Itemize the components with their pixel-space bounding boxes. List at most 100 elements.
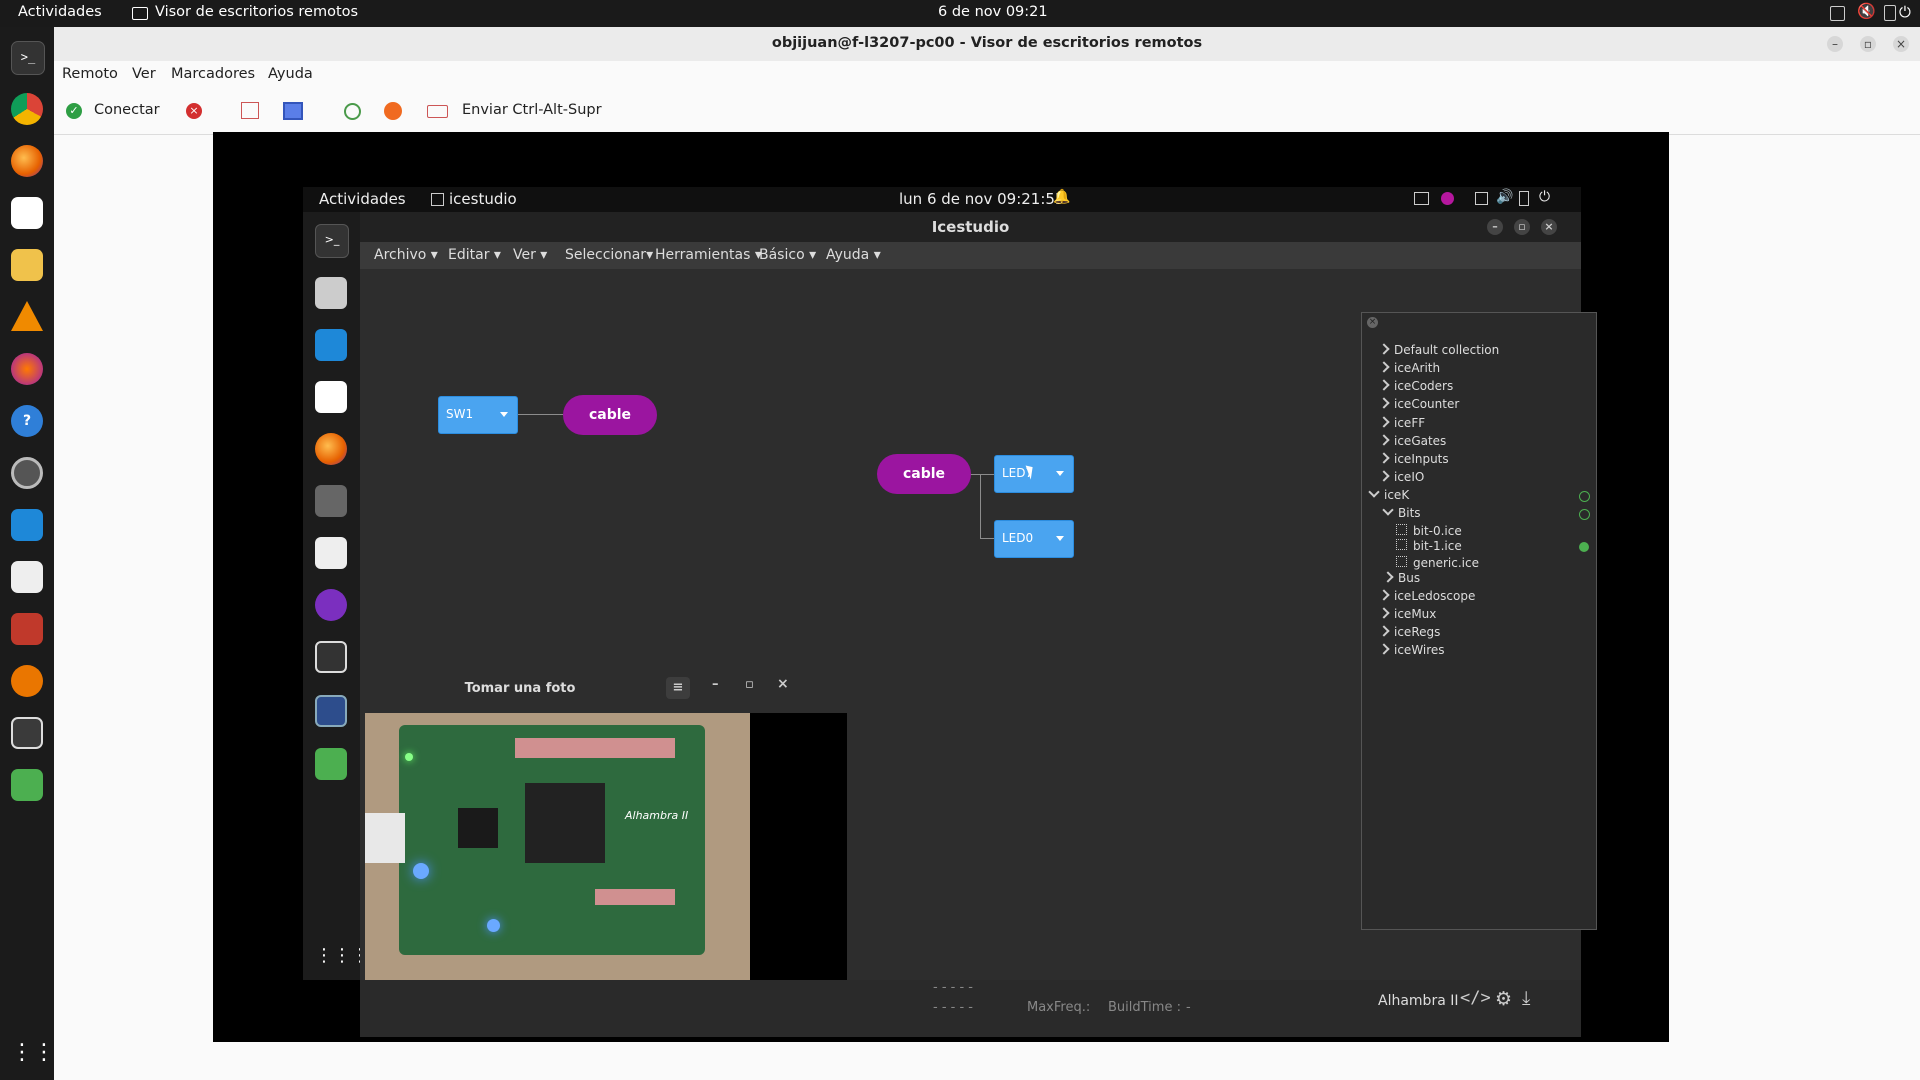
keyboard-icon[interactable] bbox=[427, 105, 448, 118]
spreadsheet-icon[interactable] bbox=[11, 249, 43, 281]
remote-volume-icon[interactable]: 🔊 bbox=[1496, 189, 1513, 205]
folder-bus[interactable]: Bus bbox=[1382, 571, 1420, 585]
icestudio-minimize-button[interactable]: – bbox=[1487, 219, 1503, 235]
battery-icon[interactable] bbox=[1884, 5, 1896, 21]
remote-app-menu[interactable]: icestudio bbox=[449, 190, 517, 208]
remote-files-icon[interactable] bbox=[315, 277, 347, 309]
remote-screen-icon[interactable] bbox=[1414, 192, 1429, 205]
collection-icearith[interactable]: iceArith bbox=[1378, 361, 1440, 375]
photo-window-titlebar[interactable]: Tomar una foto ≡ – ▫ × bbox=[360, 667, 847, 711]
power-icon[interactable]: ⏻ bbox=[1899, 3, 1911, 21]
firefox-icon[interactable] bbox=[11, 145, 43, 177]
remote-battery-icon[interactable] bbox=[1519, 191, 1529, 206]
connect-icon[interactable]: ✓ bbox=[66, 103, 82, 119]
collection-icek[interactable]: iceK bbox=[1368, 486, 1409, 502]
disconnect-icon[interactable]: × bbox=[186, 103, 202, 119]
wire-sw1-cable[interactable] bbox=[517, 414, 563, 415]
collections-close-icon[interactable]: × bbox=[1367, 317, 1378, 328]
photo-maximize-button[interactable]: ▫ bbox=[745, 677, 754, 692]
led0-dropdown-icon[interactable] bbox=[1056, 536, 1064, 541]
collection-icemux[interactable]: iceMux bbox=[1378, 607, 1436, 621]
remote-camera-icon[interactable] bbox=[315, 485, 347, 517]
maximize-button[interactable]: ▫ bbox=[1860, 36, 1876, 52]
window-titlebar[interactable]: objijuan@f-l3207-pc00 - Visor de escrito… bbox=[54, 27, 1920, 62]
settings-gear-icon[interactable]: ⚙ bbox=[1495, 988, 1512, 1010]
ice-menu-herramientas[interactable]: Herramientas ▾ bbox=[655, 247, 762, 263]
remote-vscode-icon[interactable] bbox=[315, 329, 347, 361]
remote-desktop-icon[interactable] bbox=[11, 717, 43, 749]
text-editor-icon[interactable] bbox=[11, 197, 43, 229]
show-apps-icon[interactable]: ⋮⋮⋮ bbox=[11, 1037, 77, 1069]
remote-clock[interactable]: lun 6 de nov 09:21:55 bbox=[899, 190, 1064, 208]
ice-menu-ayuda[interactable]: Ayuda ▾ bbox=[826, 247, 881, 263]
ice-menu-seleccionar[interactable]: Seleccionar▾ bbox=[565, 247, 653, 263]
menu-remoto[interactable]: Remoto bbox=[62, 66, 118, 82]
ice-menu-basico[interactable]: Básico ▾ bbox=[759, 247, 816, 263]
menu-ver[interactable]: Ver bbox=[132, 66, 156, 82]
input-pin-sw1[interactable]: SW1 bbox=[438, 396, 518, 434]
cable-block-right[interactable]: cable bbox=[877, 454, 971, 494]
remote-desktop-view[interactable]: Actividades icestudio lun 6 de nov 09:21… bbox=[213, 132, 1669, 1042]
chrome-icon[interactable] bbox=[11, 93, 43, 125]
collection-icecoders[interactable]: iceCoders bbox=[1378, 379, 1453, 393]
connect-button[interactable]: Conectar bbox=[94, 102, 160, 118]
led7-dropdown-icon[interactable] bbox=[1056, 471, 1064, 476]
file-bit-1[interactable]: bit-1.ice bbox=[1396, 539, 1462, 553]
collection-iceio[interactable]: iceIO bbox=[1378, 470, 1424, 484]
volume-muted-icon[interactable]: 🔇 bbox=[1857, 2, 1876, 20]
screenshot-icon[interactable] bbox=[344, 103, 361, 120]
collection-default[interactable]: Default collection bbox=[1378, 343, 1499, 357]
collection-iceff[interactable]: iceFF bbox=[1378, 416, 1425, 430]
blender-icon[interactable] bbox=[11, 665, 43, 697]
remote-firefox-icon[interactable] bbox=[315, 433, 347, 465]
collection-iceledoscope[interactable]: iceLedoscope bbox=[1378, 589, 1475, 603]
keyboard-grab-icon[interactable] bbox=[384, 102, 402, 120]
folder-bits[interactable]: Bits bbox=[1382, 504, 1421, 520]
settings-gear-icon[interactable] bbox=[11, 457, 43, 489]
vscode-icon[interactable] bbox=[11, 509, 43, 541]
remote-power-icon[interactable]: ⏻ bbox=[1539, 189, 1550, 205]
fullscreen-icon[interactable] bbox=[241, 102, 259, 119]
cable-block-left[interactable]: cable bbox=[563, 395, 657, 435]
network-icon[interactable] bbox=[1830, 6, 1845, 21]
collection-icecounter[interactable]: iceCounter bbox=[1378, 397, 1459, 411]
remote-trash-icon[interactable] bbox=[315, 748, 347, 780]
file-generic[interactable]: generic.ice bbox=[1396, 556, 1479, 570]
close-button[interactable]: × bbox=[1893, 36, 1909, 52]
output-pin-led0[interactable]: LED0 bbox=[994, 520, 1074, 558]
remote-terminal-icon[interactable]: >_ bbox=[315, 224, 349, 258]
board-selector[interactable]: Alhambra II bbox=[1378, 993, 1459, 1009]
document-viewer-icon[interactable] bbox=[11, 561, 43, 593]
app-menu[interactable]: Visor de escritorios remotos bbox=[155, 4, 358, 20]
remote-document-icon[interactable] bbox=[315, 537, 347, 569]
code-icon[interactable]: </> bbox=[1460, 988, 1491, 1008]
remote-screen-recorder-icon[interactable] bbox=[315, 589, 347, 621]
scale-view-icon[interactable] bbox=[283, 102, 303, 120]
icestudio-titlebar[interactable]: Icestudio – ▫ × bbox=[360, 212, 1581, 242]
photo-minimize-button[interactable]: – bbox=[712, 677, 719, 692]
remote-show-apps-icon[interactable]: ⋮⋮⋮ bbox=[315, 940, 369, 972]
collection-icewires[interactable]: iceWires bbox=[1378, 643, 1445, 657]
hamburger-menu-icon[interactable]: ≡ bbox=[666, 677, 690, 699]
files-icon[interactable] bbox=[11, 613, 43, 645]
activities-button[interactable]: Actividades bbox=[18, 4, 102, 20]
help-icon[interactable]: ? bbox=[11, 405, 43, 437]
terminal-icon[interactable]: >_ bbox=[11, 41, 45, 75]
remote-app-indicator-icon[interactable] bbox=[1441, 192, 1454, 205]
remote-desktop-viewer-icon[interactable] bbox=[315, 641, 347, 673]
remote-icestudio-icon[interactable] bbox=[315, 695, 347, 727]
icestudio-close-button[interactable]: × bbox=[1541, 219, 1557, 235]
remote-text-editor-icon[interactable] bbox=[315, 381, 347, 413]
clock[interactable]: 6 de nov 09:21 bbox=[938, 4, 1048, 20]
menu-ayuda[interactable]: Ayuda bbox=[268, 66, 313, 82]
ice-menu-archivo[interactable]: Archivo ▾ bbox=[374, 247, 438, 263]
upload-icon[interactable]: ⤓ bbox=[1522, 987, 1530, 1009]
menu-marcadores[interactable]: Marcadores bbox=[171, 66, 255, 82]
trash-icon[interactable] bbox=[11, 769, 43, 801]
collection-icegates[interactable]: iceGates bbox=[1378, 434, 1446, 448]
photo-close-button[interactable]: × bbox=[777, 676, 789, 692]
minimize-button[interactable]: – bbox=[1827, 36, 1843, 52]
sw1-dropdown-icon[interactable] bbox=[500, 412, 508, 417]
ice-menu-editar[interactable]: Editar ▾ bbox=[448, 247, 501, 263]
wire-cable-led0[interactable] bbox=[980, 538, 994, 539]
